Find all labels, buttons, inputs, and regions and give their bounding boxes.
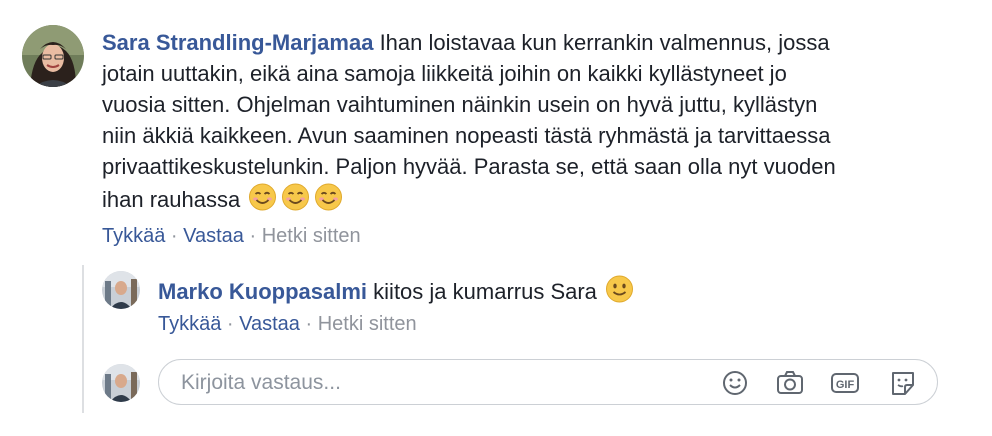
comment-text-line: privaattikeskustelunkin. Paljon hyvää. P… [102,154,836,179]
gif-icon[interactable]: GIF [830,369,860,397]
reply-text: kiitos ja kumarrus Sara [373,279,597,304]
smiling-face-emoji-icon [246,182,279,220]
avatar [102,364,140,402]
reply-link[interactable]: Vastaa [239,313,300,335]
comment-text-line: vuosia sitten. Ohjelman vaihtuminen näin… [102,92,818,117]
comment-author-link[interactable]: Sara Strandling-Marjamaa [102,30,373,55]
emoji-icon[interactable] [720,369,750,397]
reply-body: Marko Kuoppasalmi kiitos ja kumarrus Sar… [158,274,636,312]
reply-composer: GIF [158,359,938,406]
smiling-face-emoji-icon [312,182,345,220]
reply-link[interactable]: Vastaa [183,225,244,247]
reply-actions: Tykkää · Vastaa · Hetki sitten [158,312,417,336]
reply-input[interactable] [179,360,703,406]
slightly-smiling-face-emoji-icon [603,274,636,312]
separator: · [299,313,318,335]
comment-text-line: jotain uuttakin, eikä aina samoja liikke… [102,61,787,86]
comment-text-line: niin äkkiä kaikkeen. Avun saaminen nopea… [102,123,831,148]
timestamp[interactable]: Hetki sitten [318,313,417,335]
separator: · [243,225,262,247]
sticker-icon[interactable] [888,369,918,397]
separator: · [165,225,184,247]
comment-text-line: Ihan loistavaa kun kerrankin valmennus, … [379,30,830,55]
smiling-face-emoji-icon [279,182,312,220]
comment-body: Sara Strandling-Marjamaa Ihan loistavaa … [102,27,962,220]
thread-line [82,265,84,413]
avatar[interactable] [22,25,84,87]
reply-author-link[interactable]: Marko Kuoppasalmi [158,279,367,304]
like-link[interactable]: Tykkää [102,225,165,247]
camera-icon[interactable] [775,369,805,397]
comment-text-line: ihan rauhassa [102,187,241,212]
timestamp[interactable]: Hetki sitten [262,225,361,247]
like-link[interactable]: Tykkää [158,313,221,335]
svg-text:GIF: GIF [836,379,855,391]
comment-actions: Tykkää · Vastaa · Hetki sitten [102,224,361,248]
avatar[interactable] [102,271,140,309]
separator: · [221,313,240,335]
